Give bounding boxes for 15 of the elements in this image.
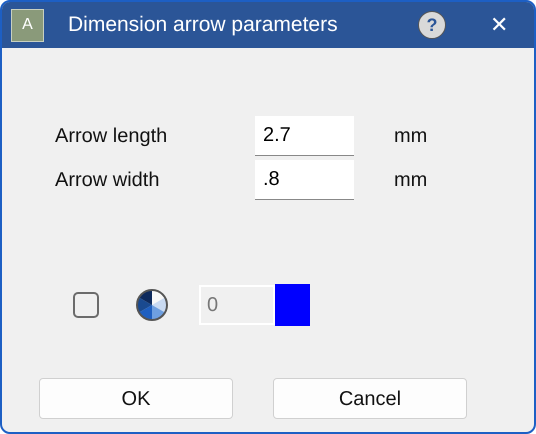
app-icon: A [11, 8, 44, 42]
color-wheel-icon [135, 288, 169, 322]
unit-label: mm [394, 168, 428, 193]
dialog-button[interactable]: Cancel [273, 378, 467, 419]
unit-label: mm [394, 124, 428, 149]
checkbox[interactable] [73, 292, 99, 318]
dialog-button[interactable]: OK [39, 378, 233, 419]
input-field[interactable]: 2.7 [255, 116, 354, 156]
window-title: Dimension arrow parameters [68, 12, 339, 38]
close-button[interactable]: ✕ [490, 14, 508, 36]
input-field[interactable]: .8 [255, 160, 354, 200]
help-button[interactable]: ? [418, 11, 446, 39]
color-swatch[interactable] [275, 284, 310, 326]
field-label: Arrow length [55, 124, 168, 149]
field-label: Arrow width [55, 168, 160, 193]
